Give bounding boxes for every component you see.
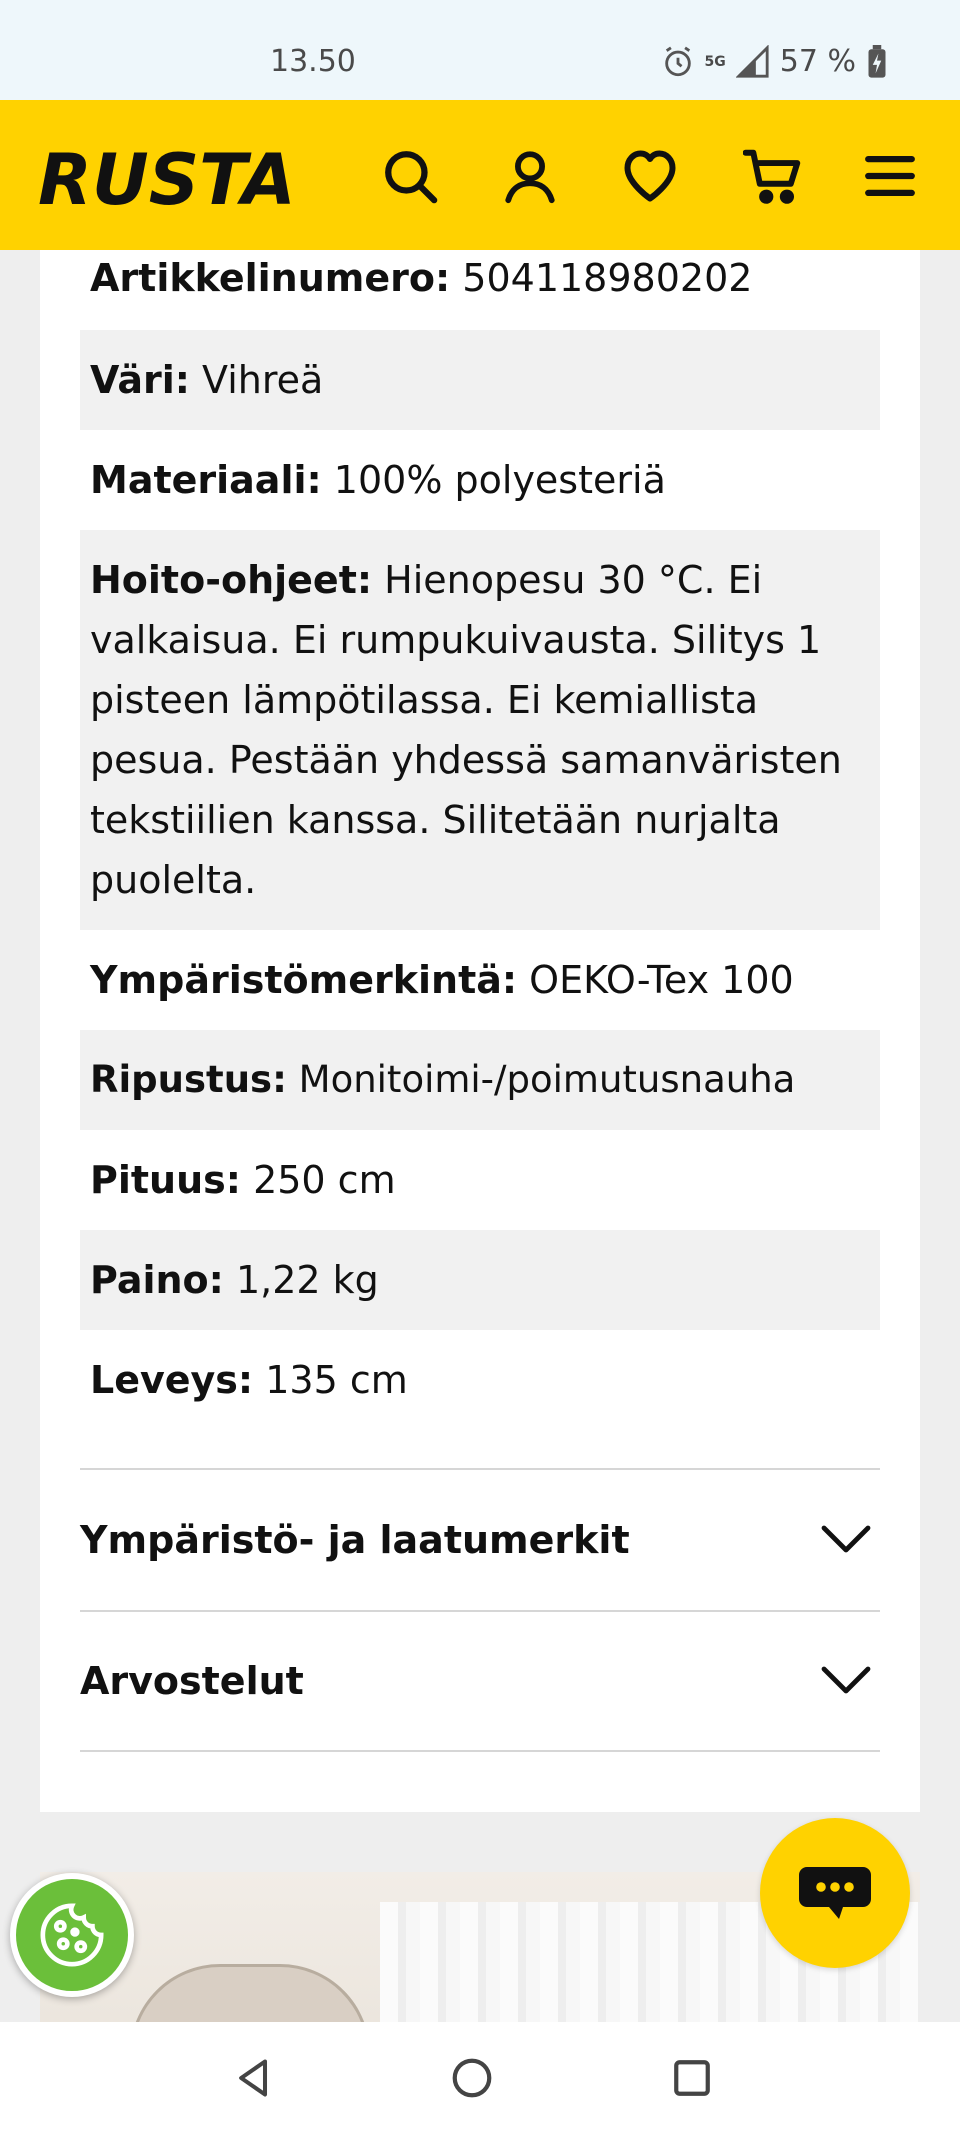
logo-text: RUSTA	[38, 139, 296, 218]
search-icon[interactable]	[374, 140, 446, 212]
product-details-card: Artikkelinumero: 504118980202 Väri: Vihr…	[40, 250, 920, 1812]
chevron-down-icon	[821, 1666, 871, 1694]
spec-value: 1,22 kg	[235, 1258, 379, 1302]
spec-row: Ympäristömerkintä: OEKO-Tex 100	[80, 930, 880, 1030]
spec-label: Artikkelinumero:	[90, 256, 451, 300]
spec-value: Hienopesu 30 °C. Ei valkaisua. Ei rumpuk…	[90, 558, 842, 902]
recents-icon[interactable]	[664, 2050, 720, 2106]
spec-label: Ympäristömerkintä:	[90, 958, 518, 1002]
heart-icon[interactable]	[614, 140, 686, 212]
back-icon[interactable]	[226, 2050, 282, 2106]
accordion-reviews[interactable]: Arvostelut	[80, 1610, 880, 1752]
chat-button[interactable]	[760, 1818, 910, 1968]
spec-label: Väri:	[90, 358, 190, 402]
spec-label: Pituus:	[90, 1158, 241, 1202]
accordion-title: Ympäristö- ja laatumerkit	[80, 1518, 630, 1562]
battery-percent: 57 %	[779, 44, 856, 79]
rusta-logo[interactable]: RUSTA	[38, 138, 298, 218]
site-header: RUSTA	[0, 100, 960, 250]
cookie-settings-button[interactable]	[10, 1873, 134, 1997]
spec-value: 100% polyesteriä	[333, 458, 666, 502]
spec-value: OEKO-Tex 100	[529, 958, 794, 1002]
account-icon[interactable]	[494, 140, 566, 212]
cart-icon[interactable]	[738, 140, 810, 212]
spec-row: Ripustus: Monitoimi-/poimutusnauha	[80, 1030, 880, 1130]
system-nav-bar	[0, 2022, 960, 2133]
spec-label: Leveys:	[90, 1358, 254, 1402]
spec-value: 250 cm	[253, 1158, 396, 1202]
spec-row: Hoito-ohjeet: Hienopesu 30 °C. Ei valkai…	[80, 530, 880, 930]
spec-value: 504118980202	[462, 256, 753, 300]
battery-icon	[868, 44, 886, 78]
accordion-eco-quality[interactable]: Ympäristö- ja laatumerkit	[80, 1468, 880, 1610]
spec-value: Vihreä	[202, 358, 324, 402]
status-time: 13.50	[270, 44, 356, 79]
spec-row: Pituus: 250 cm	[80, 1130, 880, 1230]
spec-label: Ripustus:	[90, 1058, 287, 1101]
spec-label: Paino:	[90, 1258, 224, 1302]
status-icons: 5G 57 %	[661, 44, 888, 79]
spec-label: Materiaali:	[90, 458, 322, 502]
chat-icon	[799, 1867, 871, 1919]
lamp-image-detail	[130, 1964, 370, 2022]
spec-value: 135 cm	[265, 1358, 408, 1402]
accordion-title: Arvostelut	[80, 1659, 304, 1703]
home-icon[interactable]	[444, 2050, 500, 2106]
alarm-icon	[664, 46, 691, 76]
signal-icon	[735, 44, 769, 78]
spec-row: Väri: Vihreä	[80, 330, 880, 430]
cookie-icon	[40, 1903, 104, 1967]
spec-row: Leveys: 135 cm	[80, 1330, 880, 1430]
spec-label: Hoito-ohjeet:	[90, 558, 373, 602]
spec-row: Paino: 1,22 kg	[80, 1230, 880, 1330]
spec-row: Artikkelinumero: 504118980202	[80, 250, 880, 330]
spec-row: Materiaali: 100% polyesteriä	[80, 430, 880, 530]
spec-value: Monitoimi-/poimutusnauha	[298, 1058, 796, 1101]
network-label: 5G	[704, 53, 726, 70]
status-bar: 13.50 5G 57 %	[0, 0, 960, 100]
menu-icon[interactable]	[854, 140, 926, 212]
chevron-down-icon	[821, 1525, 871, 1553]
spec-list: Artikkelinumero: 504118980202 Väri: Vihr…	[80, 250, 880, 1430]
